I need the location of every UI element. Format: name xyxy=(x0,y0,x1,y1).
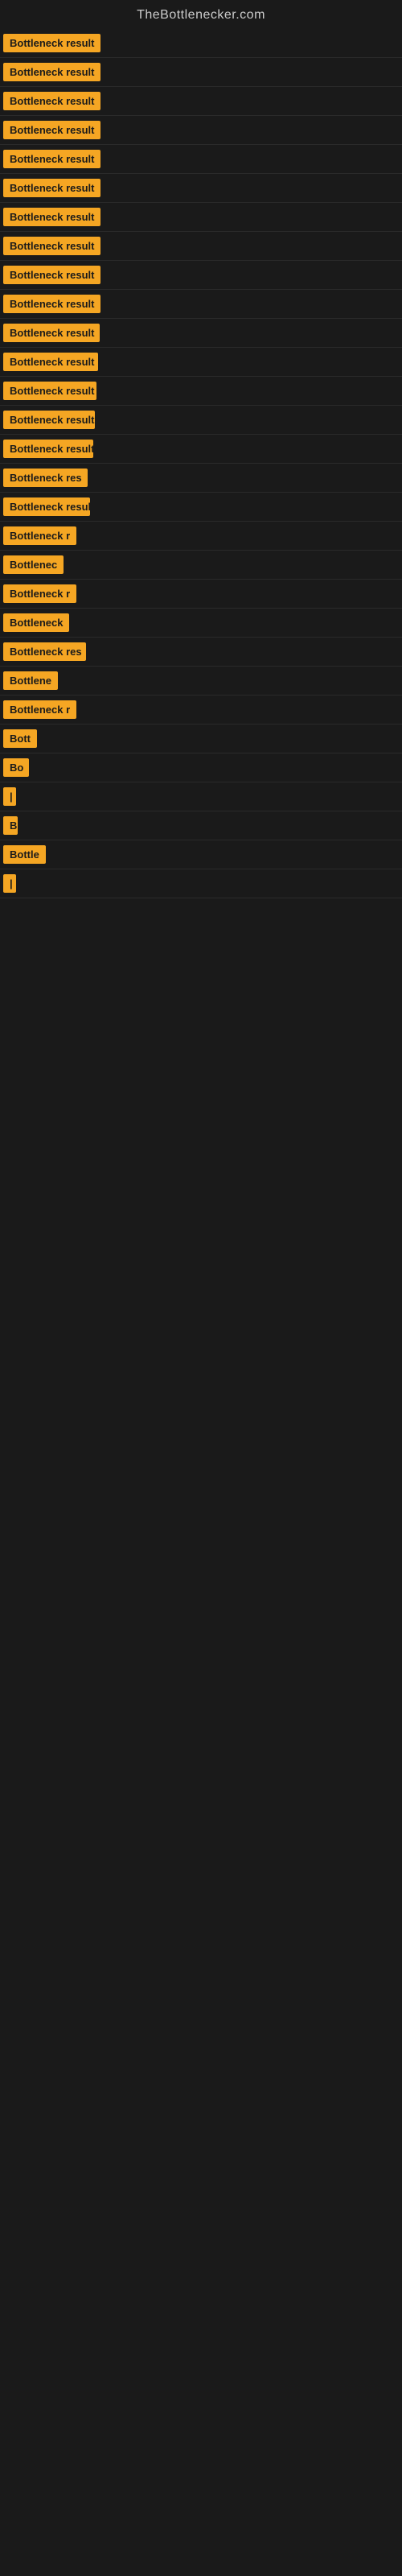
list-item: | xyxy=(0,782,402,811)
bottleneck-badge[interactable]: Bottlenec xyxy=(3,555,64,574)
list-item: Bottleneck result xyxy=(0,174,402,203)
list-item: Bottleneck result xyxy=(0,319,402,348)
bottleneck-badge[interactable]: Bottleneck result xyxy=(3,411,95,429)
bottleneck-badge[interactable]: Bottleneck result xyxy=(3,208,100,226)
bottleneck-badge[interactable]: | xyxy=(3,787,16,806)
list-item: Bottle xyxy=(0,840,402,869)
bottleneck-badge[interactable]: Bottleneck r xyxy=(3,584,76,603)
list-item: Bottlene xyxy=(0,667,402,696)
bottleneck-badge[interactable]: Bottlene xyxy=(3,671,58,690)
bottleneck-badge[interactable]: Bottleneck result xyxy=(3,497,90,516)
bottleneck-badge[interactable]: Bottleneck result xyxy=(3,440,93,458)
bottleneck-badge[interactable]: Bottleneck result xyxy=(3,237,100,255)
bottleneck-badge[interactable]: Bottleneck res xyxy=(3,469,88,487)
list-item: Bottleneck result xyxy=(0,348,402,377)
bottleneck-badge[interactable]: Bottleneck result xyxy=(3,34,100,52)
list-item: Bottleneck result xyxy=(0,145,402,174)
bottleneck-badge[interactable]: Bottleneck result xyxy=(3,324,100,342)
site-title: TheBottlenecker.com xyxy=(0,0,402,29)
list-item: Bott xyxy=(0,724,402,753)
bottleneck-badge[interactable]: B xyxy=(3,816,18,835)
list-item: Bottleneck r xyxy=(0,696,402,724)
bottleneck-badge[interactable]: Bottleneck result xyxy=(3,266,100,284)
list-item: B xyxy=(0,811,402,840)
bottleneck-badge[interactable]: Bottleneck res xyxy=(3,642,86,661)
list-item: Bottleneck result xyxy=(0,29,402,58)
bottleneck-badge[interactable]: Bottleneck result xyxy=(3,382,96,400)
list-item: Bottleneck result xyxy=(0,290,402,319)
bottleneck-badge[interactable]: Bottleneck r xyxy=(3,526,76,545)
list-item: Bottleneck result xyxy=(0,203,402,232)
list-item: Bottleneck res xyxy=(0,638,402,667)
bottleneck-badge[interactable]: Bottleneck result xyxy=(3,63,100,81)
bottleneck-badge[interactable]: Bottleneck result xyxy=(3,92,100,110)
list-item: Bottleneck result xyxy=(0,493,402,522)
list-item: Bottleneck r xyxy=(0,522,402,551)
list-item: | xyxy=(0,869,402,898)
bottleneck-badge[interactable]: Bottleneck r xyxy=(3,700,76,719)
list-item: Bottleneck result xyxy=(0,232,402,261)
list-item: Bottlenec xyxy=(0,551,402,580)
bottleneck-badge[interactable]: Bottleneck result xyxy=(3,353,98,371)
bottleneck-badge[interactable]: Bottleneck result xyxy=(3,121,100,139)
list-item: Bottleneck result xyxy=(0,261,402,290)
bottleneck-badge[interactable]: Bottleneck result xyxy=(3,150,100,168)
list-item: Bottleneck result xyxy=(0,435,402,464)
list-item: Bottleneck result xyxy=(0,87,402,116)
list-item: Bo xyxy=(0,753,402,782)
list-item: Bottleneck res xyxy=(0,464,402,493)
bottleneck-badge[interactable]: | xyxy=(3,874,16,893)
bottleneck-badge[interactable]: Bo xyxy=(3,758,29,777)
bottleneck-badge[interactable]: Bottleneck xyxy=(3,613,69,632)
bottleneck-badge[interactable]: Bott xyxy=(3,729,37,748)
list-item: Bottleneck xyxy=(0,609,402,638)
list-item: Bottleneck r xyxy=(0,580,402,609)
bottleneck-badge[interactable]: Bottle xyxy=(3,845,46,864)
list-item: Bottleneck result xyxy=(0,58,402,87)
list-item: Bottleneck result xyxy=(0,406,402,435)
list-item: Bottleneck result xyxy=(0,377,402,406)
list-item: Bottleneck result xyxy=(0,116,402,145)
bottleneck-badge[interactable]: Bottleneck result xyxy=(3,295,100,313)
bottleneck-badge[interactable]: Bottleneck result xyxy=(3,179,100,197)
